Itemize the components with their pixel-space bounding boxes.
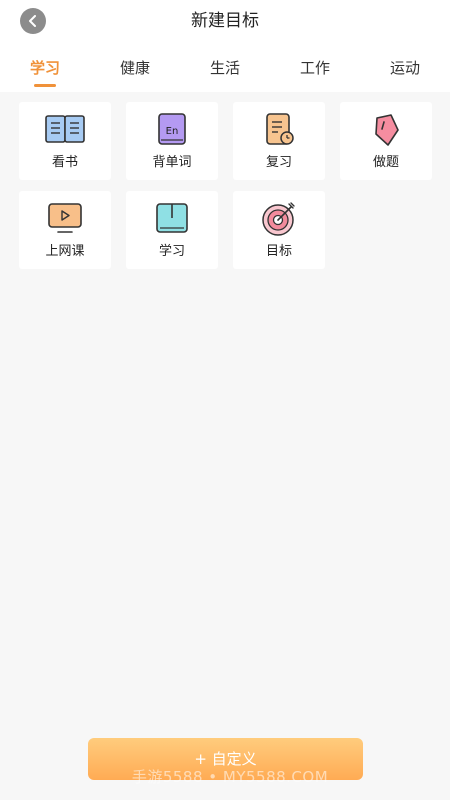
goal-item-exercises[interactable]: 做题: [340, 102, 432, 180]
study-book-icon: [156, 203, 188, 233]
goal-item-review[interactable]: 复习: [233, 102, 325, 180]
goal-label: 做题: [372, 155, 399, 170]
category-tabs: 学习 健康 生活 工作 运动: [0, 56, 450, 86]
tab-sport[interactable]: 运动: [370, 56, 440, 80]
review-notes-icon: [266, 113, 294, 145]
goal-item-study[interactable]: 学习: [126, 191, 218, 269]
goal-label: 目标: [265, 244, 292, 259]
target-icon: [262, 202, 295, 236]
goal-label: 上网课: [45, 244, 85, 259]
tab-health[interactable]: 健康: [100, 56, 170, 80]
english-word-icon: En: [158, 113, 186, 145]
goal-label: 复习: [265, 155, 292, 170]
watermark: 手游5588 • MY5588.COM: [131, 768, 329, 786]
active-tab-indicator: [34, 84, 56, 87]
tab-work[interactable]: 工作: [280, 56, 350, 80]
goal-item-vocabulary[interactable]: En 背单词: [126, 102, 218, 180]
tab-life[interactable]: 生活: [190, 56, 260, 80]
goal-item-read[interactable]: 看书: [19, 102, 111, 180]
goal-label: 学习: [158, 244, 185, 259]
svg-text:En: En: [166, 126, 179, 137]
goal-label: 背单词: [152, 155, 192, 170]
goal-item-target[interactable]: 目标: [233, 191, 325, 269]
header: 新建目标 学习 健康 生活 工作 运动: [0, 0, 450, 92]
exercise-tag-icon: [375, 114, 399, 146]
goal-label: 看书: [51, 155, 78, 170]
page-title: 新建目标: [191, 11, 259, 31]
online-class-icon: [48, 203, 82, 233]
open-book-icon: [45, 115, 85, 143]
goal-item-online-class[interactable]: 上网课: [19, 191, 111, 269]
tab-study[interactable]: 学习: [10, 56, 80, 80]
